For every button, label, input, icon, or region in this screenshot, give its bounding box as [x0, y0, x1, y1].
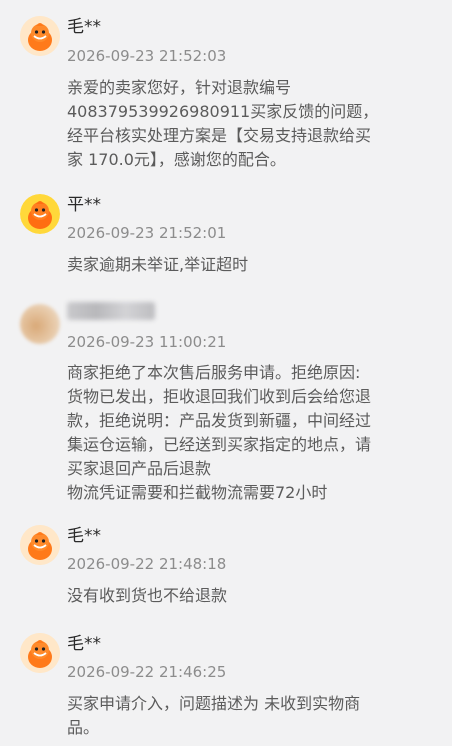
message-timestamp: 2026-09-22 21:48:18 — [67, 555, 227, 573]
message-text: 亲爱的卖家您好，针对退款编号 408379539926980911买家反馈的问题… — [67, 78, 379, 169]
message-text: 买家申请介入，问题描述为 未收到实物商 品。 — [67, 694, 361, 737]
message-text: 商家拒绝了本次售后服务申请。拒绝原因: 货物已发出，拒收退回我们收到后会给您退 … — [67, 363, 372, 502]
message-timestamp: 2026-09-22 21:46:25 — [67, 663, 227, 681]
message-text: 卖家逾期未举证,举证超时 — [67, 255, 249, 274]
message-text: 没有收到货也不给退款 — [67, 586, 228, 605]
sender-name: 毛** — [67, 634, 101, 654]
merchant-avatar[interactable] — [20, 304, 60, 344]
message-timestamp: 2026-09-23 11:00:21 — [67, 333, 227, 351]
mascot-avatar-icon[interactable] — [20, 525, 60, 565]
sender-name: 毛** — [67, 17, 101, 37]
sender-name — [67, 302, 155, 320]
mascot-avatar-icon[interactable] — [20, 194, 60, 234]
sender-name: 毛** — [67, 526, 101, 546]
mascot-avatar-icon[interactable] — [20, 16, 60, 56]
message-timestamp: 2026-09-23 21:52:01 — [67, 224, 227, 242]
message-timestamp: 2026-09-23 21:52:03 — [67, 47, 227, 65]
mascot-avatar-icon[interactable] — [20, 633, 60, 673]
sender-name: 平** — [67, 195, 101, 215]
